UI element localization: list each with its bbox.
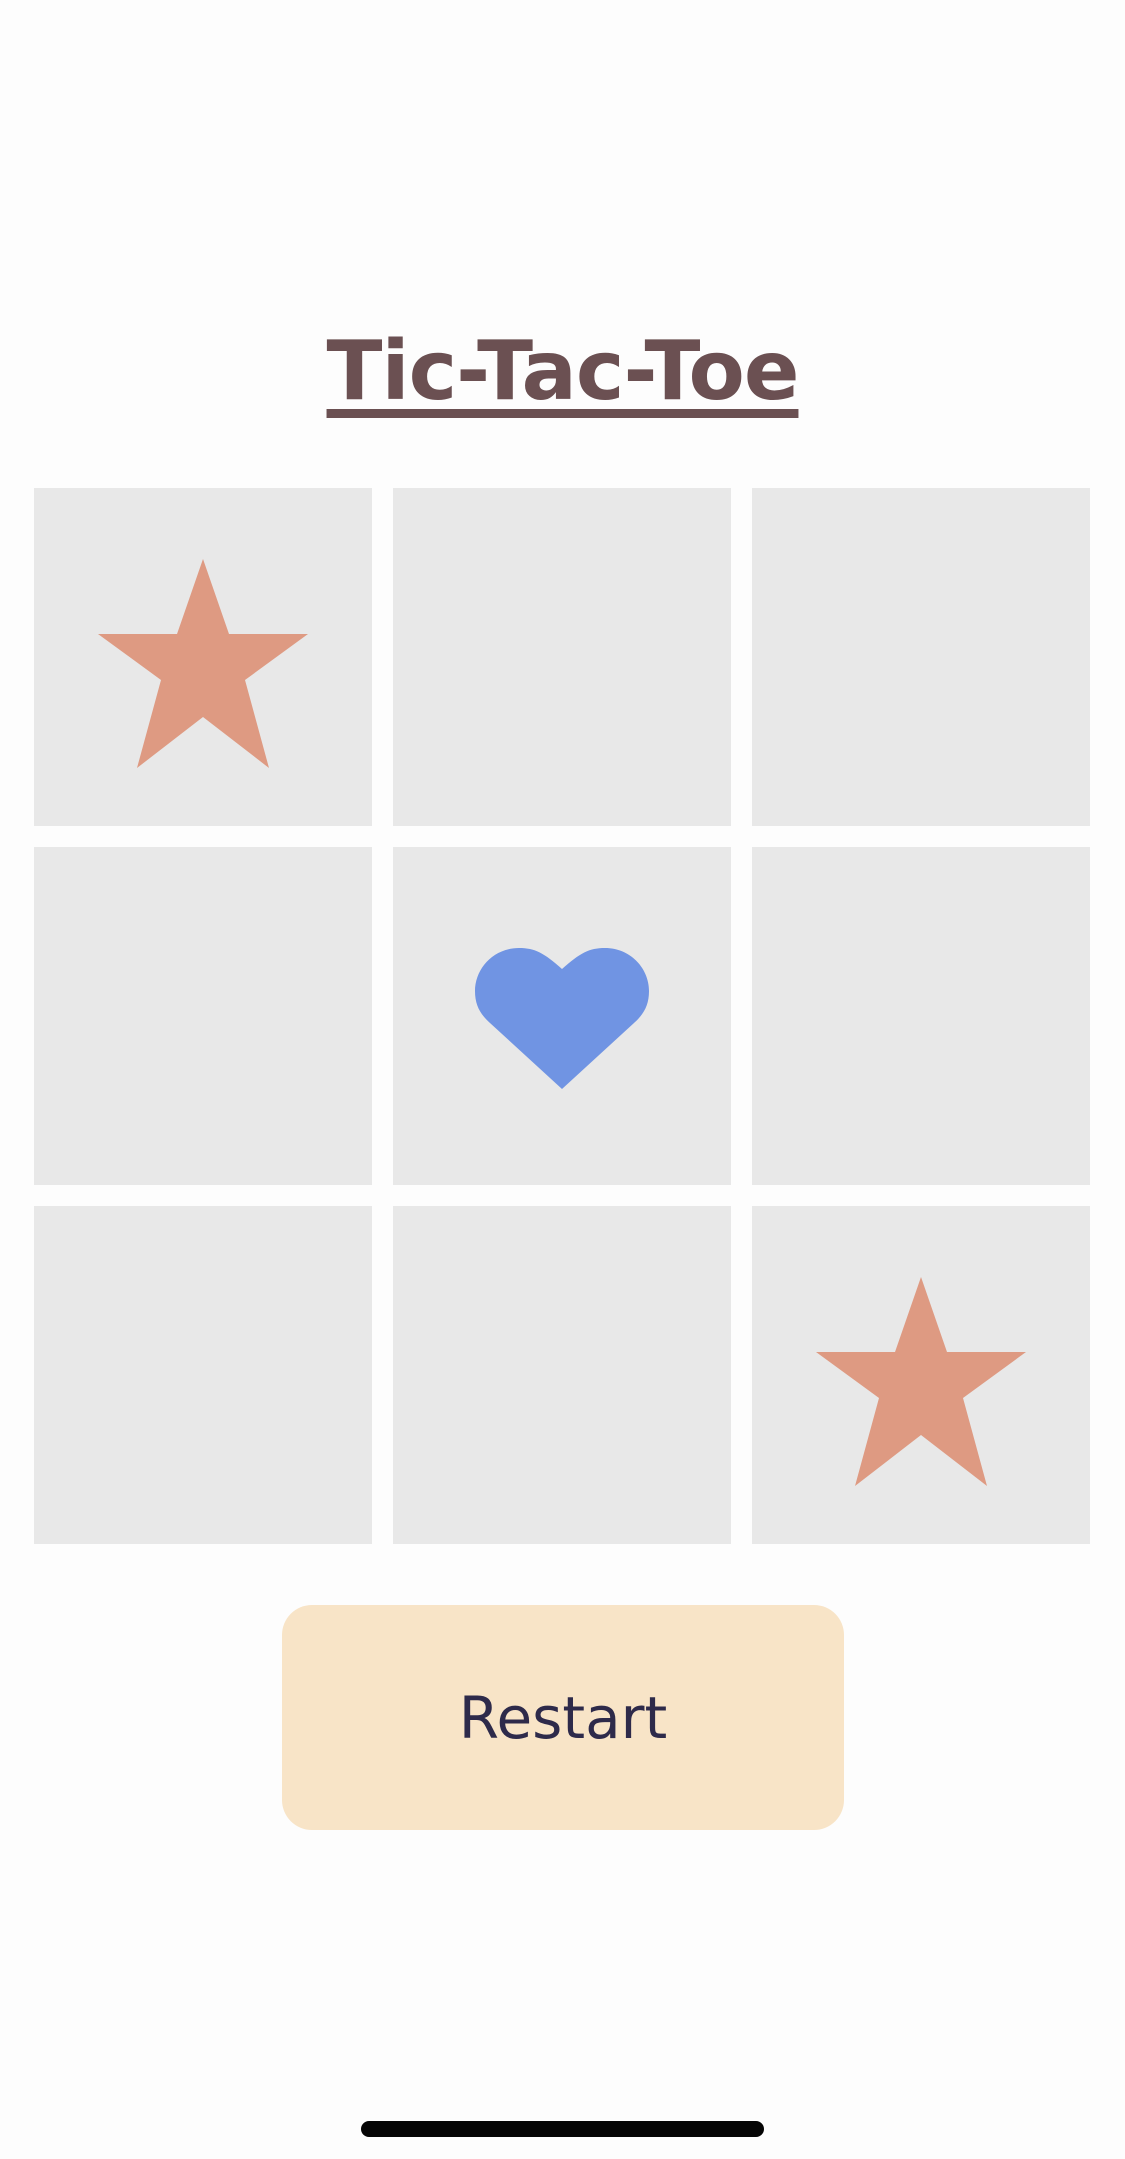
star-icon	[816, 1277, 1026, 1486]
game-board	[34, 488, 1091, 1545]
board-cell-1-0[interactable]	[34, 847, 372, 1185]
board-cell-1-2[interactable]	[752, 847, 1090, 1185]
board-cell-0-0[interactable]	[34, 488, 372, 826]
star-icon	[98, 559, 308, 768]
game-title: Tic-Tac-Toe	[326, 324, 800, 419]
board-cell-2-2[interactable]	[752, 1206, 1090, 1544]
restart-button[interactable]: Restart	[282, 1605, 844, 1830]
board-cell-2-1[interactable]	[393, 1206, 731, 1544]
board-cell-0-1[interactable]	[393, 488, 731, 826]
board-cell-0-2[interactable]	[752, 488, 1090, 826]
board-cell-2-0[interactable]	[34, 1206, 372, 1544]
home-indicator	[361, 2121, 764, 2137]
board-cell-1-1[interactable]	[393, 847, 731, 1185]
game-screen: { "title": "Tic-Tac-Toe", "board": [ ["s…	[0, 0, 1125, 2159]
heart-icon	[475, 948, 649, 1089]
